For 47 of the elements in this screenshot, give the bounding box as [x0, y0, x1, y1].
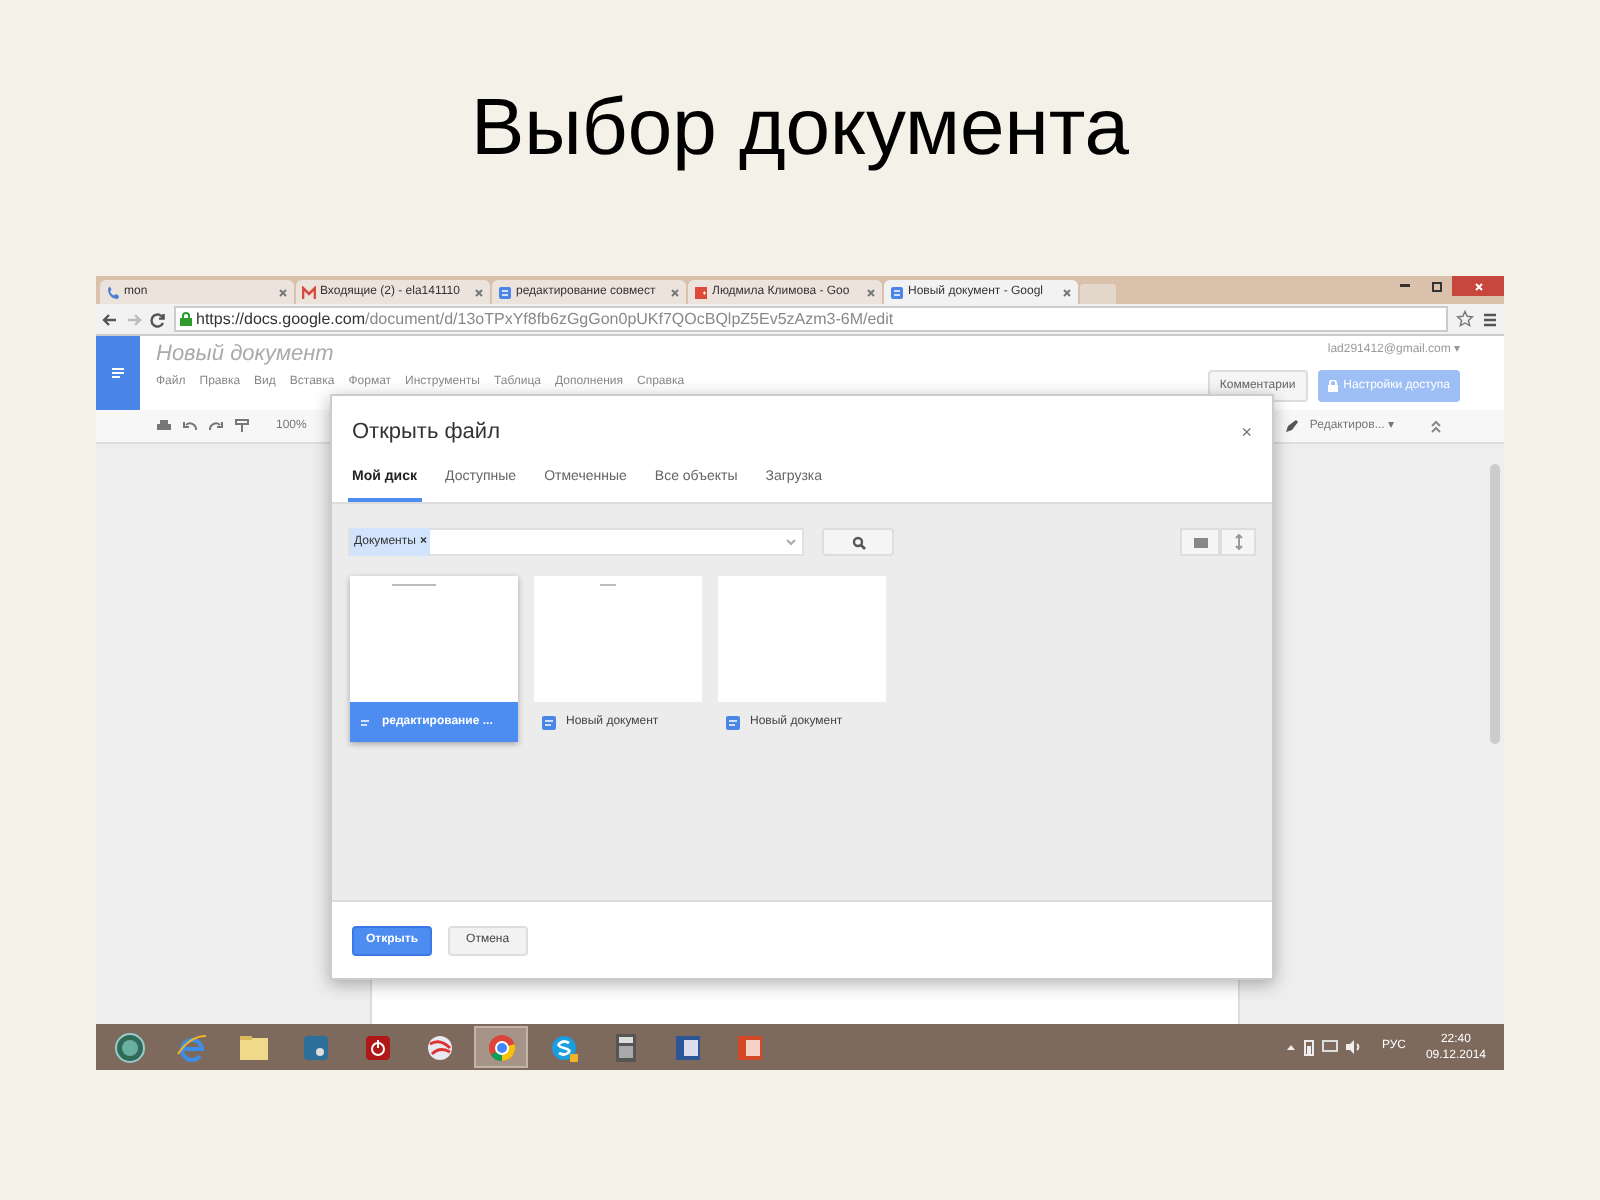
pencil-icon	[1283, 418, 1300, 434]
mail-icon	[302, 285, 316, 299]
close-icon	[1473, 281, 1483, 291]
back-arrow-icon[interactable]	[102, 311, 118, 327]
battery-icon[interactable]	[1303, 1039, 1314, 1055]
close-icon[interactable]	[670, 287, 680, 297]
list-view-button[interactable]	[1180, 528, 1220, 556]
tray-arrow-icon[interactable]	[1285, 1042, 1296, 1052]
reload-icon[interactable]	[150, 311, 166, 327]
search-icon	[851, 535, 865, 549]
document-icon	[726, 715, 740, 729]
document-icon	[890, 285, 904, 299]
slide-title: Выбор документа	[471, 82, 1129, 176]
paint-format-icon[interactable]	[234, 418, 250, 434]
redo-icon[interactable]	[208, 418, 224, 434]
chrome-icon[interactable]	[474, 1026, 528, 1068]
print-icon[interactable]	[156, 418, 172, 434]
speaker-icon[interactable]	[1345, 1040, 1362, 1054]
close-icon[interactable]	[866, 287, 876, 297]
url-text: https://docs.google.com/document/d/13oTPxYf8fb6zGgGon0pUKf7QOcBQlpZ5Ev5zAzm3-6M/edit	[196, 307, 894, 331]
lock-icon	[1327, 380, 1338, 392]
menu-icon[interactable]	[1482, 311, 1498, 327]
document-icon	[498, 285, 512, 299]
sort-button[interactable]	[1220, 528, 1256, 556]
caret-icon[interactable]	[786, 538, 796, 546]
dialog-title: Открыть файл	[352, 417, 500, 448]
text-line-drawing	[392, 584, 436, 586]
close-icon[interactable]	[474, 287, 484, 297]
star-icon[interactable]	[1456, 310, 1474, 328]
text-line-drawing	[600, 584, 616, 586]
sort-icon	[1233, 534, 1243, 550]
search-button[interactable]	[822, 528, 894, 556]
close-window-button[interactable]	[1452, 276, 1504, 296]
undo-icon[interactable]	[182, 418, 198, 434]
minimize-icon	[1399, 284, 1409, 288]
lock-icon	[180, 312, 192, 326]
close-icon[interactable]	[1062, 287, 1072, 297]
document-icon	[358, 715, 372, 729]
document-icon	[542, 715, 556, 729]
url-field[interactable]: https://docs.google.com/document/d/13oTPxYf8fb6zGgGon0pUKf7QOcBQlpZ5Ev5zAzm3-6M/edit	[174, 306, 1448, 332]
close-button[interactable]: ×	[1241, 423, 1252, 441]
collapse-icon[interactable]	[1428, 418, 1444, 434]
list-icon	[1193, 537, 1207, 547]
network-icon[interactable]	[1321, 1040, 1338, 1054]
phone-icon	[106, 285, 120, 299]
close-icon[interactable]	[278, 287, 288, 297]
maximize-icon	[1431, 281, 1441, 291]
